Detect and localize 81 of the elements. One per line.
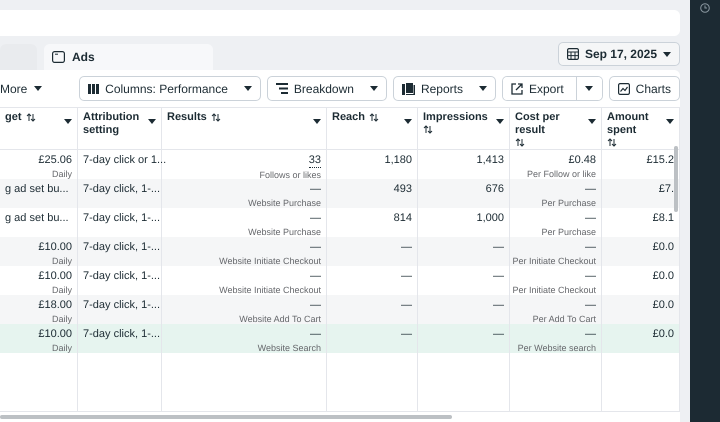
cell-caption: Website Search bbox=[258, 343, 321, 353]
cell-caption: Daily bbox=[52, 256, 72, 266]
cell-value: £15.2 bbox=[646, 154, 674, 167]
cell-caption: Per Purchase bbox=[541, 227, 596, 237]
cell-value: £10.00 bbox=[38, 270, 72, 283]
table-row[interactable]: £18.00 Daily 7-day click, 1-... — Website Add To Cart — — — Per Add To Cart £0.0 bbox=[0, 295, 680, 324]
cell-value: — bbox=[493, 241, 504, 254]
cell-caption: Per Website search bbox=[518, 343, 596, 353]
cell-caption: Website Initiate Checkout bbox=[219, 256, 321, 266]
cell-value: 33 bbox=[308, 154, 321, 168]
cell-caption: Daily bbox=[52, 169, 72, 179]
cell-value: 1,413 bbox=[476, 154, 504, 167]
cell-value: £25.06 bbox=[38, 154, 72, 167]
cell-value: — bbox=[401, 299, 412, 312]
cell-value: — bbox=[310, 212, 321, 225]
table-row[interactable]: g ad set bu... 7-day click, 1-... — Website Purchase 493 676 — Per Purchase £7. bbox=[0, 179, 680, 208]
cell-value: £0.0 bbox=[652, 299, 674, 312]
cell-value: — bbox=[493, 299, 504, 312]
cell-caption: Per Initiate Checkout bbox=[512, 285, 596, 295]
cell-caption: Website Purchase bbox=[248, 198, 321, 208]
cell-value: 493 bbox=[394, 183, 412, 196]
cell-value: — bbox=[310, 241, 321, 254]
cell-value: — bbox=[585, 328, 596, 341]
cell-value: — bbox=[585, 270, 596, 283]
cell-value: 814 bbox=[394, 212, 412, 225]
toolbar-dropdown[interactable]: Reports bbox=[392, 76, 496, 101]
cell-value: — bbox=[310, 328, 321, 341]
cell-value: 7-day click, 1-... bbox=[83, 328, 160, 341]
date-button[interactable]: Sep 17, 2025 bbox=[558, 42, 680, 66]
cell-caption: Per Add To Cart bbox=[532, 314, 596, 324]
cell-value: 676 bbox=[486, 183, 504, 196]
cell-value: £0.0 bbox=[652, 328, 674, 341]
cell-value: 1,180 bbox=[384, 154, 412, 167]
cell-value: — bbox=[493, 328, 504, 341]
cell-caption: Daily bbox=[52, 314, 72, 324]
table-row[interactable]: £10.00 Daily 7-day click, 1-... — Website Search — — — Per Website search £0.0 bbox=[0, 324, 680, 353]
toolbar-dropdown[interactable]: Columns: Performance bbox=[79, 76, 261, 101]
cell-value: £7. bbox=[658, 183, 674, 196]
cell-value: £8.1 bbox=[652, 212, 674, 225]
cell-value: £0.48 bbox=[568, 154, 596, 167]
cell-caption: Per Initiate Checkout bbox=[512, 256, 596, 266]
tab-label: Ads bbox=[72, 50, 95, 64]
cell-value: g ad set bu... bbox=[5, 212, 69, 225]
charts-button[interactable]: Charts bbox=[608, 76, 680, 101]
export-button[interactable]: Export bbox=[502, 77, 577, 100]
cell-caption: Per Follow or like bbox=[526, 169, 596, 179]
cell-caption: Website Add To Cart bbox=[239, 314, 321, 324]
cell-value: — bbox=[310, 270, 321, 283]
cell-value: 1,000 bbox=[476, 212, 504, 225]
toolbar-dropdown[interactable]: Breakdown bbox=[266, 76, 387, 101]
cell-value: 7-day click, 1-... bbox=[83, 299, 160, 312]
cell-value: 7-day click, 1-... bbox=[83, 212, 160, 225]
table-row[interactable]: £10.00 Daily 7-day click, 1-... — Website Initiate Checkout — — — Per Initiate Checkout £0.0 bbox=[0, 237, 680, 266]
cell-value: — bbox=[585, 241, 596, 254]
ads-tab[interactable]: Ads bbox=[44, 44, 213, 70]
cell-value: — bbox=[310, 299, 321, 312]
cell-value: — bbox=[401, 241, 412, 254]
more-button[interactable]: More bbox=[0, 82, 42, 96]
cell-value: 7-day click, 1-... bbox=[83, 183, 160, 196]
cell-value: g ad set bu... bbox=[5, 183, 69, 196]
cell-value: — bbox=[585, 183, 596, 196]
cell-value: 7-day click or 1... bbox=[83, 154, 166, 167]
cell-caption: Per Purchase bbox=[541, 198, 596, 208]
cell-value: £10.00 bbox=[38, 328, 72, 341]
cell-value: — bbox=[401, 270, 412, 283]
cell-caption: Daily bbox=[52, 343, 72, 353]
cell-value: — bbox=[401, 328, 412, 341]
cell-value: — bbox=[585, 299, 596, 312]
cell-value: £18.00 bbox=[38, 299, 72, 312]
cell-caption: Follows or likes bbox=[259, 170, 321, 180]
cell-value: — bbox=[310, 183, 321, 196]
cell-caption: Website Initiate Checkout bbox=[219, 285, 321, 295]
cell-value: £0.0 bbox=[652, 241, 674, 254]
cell-value: 7-day click, 1-... bbox=[83, 270, 160, 283]
cell-value: £10.00 bbox=[38, 241, 72, 254]
cell-value: £0.0 bbox=[652, 270, 674, 283]
cell-caption: Website Purchase bbox=[248, 227, 321, 237]
cell-value: — bbox=[493, 270, 504, 283]
cell-value: — bbox=[585, 212, 596, 225]
cell-value: 7-day click, 1-... bbox=[83, 241, 160, 254]
cell-caption: Daily bbox=[52, 285, 72, 295]
